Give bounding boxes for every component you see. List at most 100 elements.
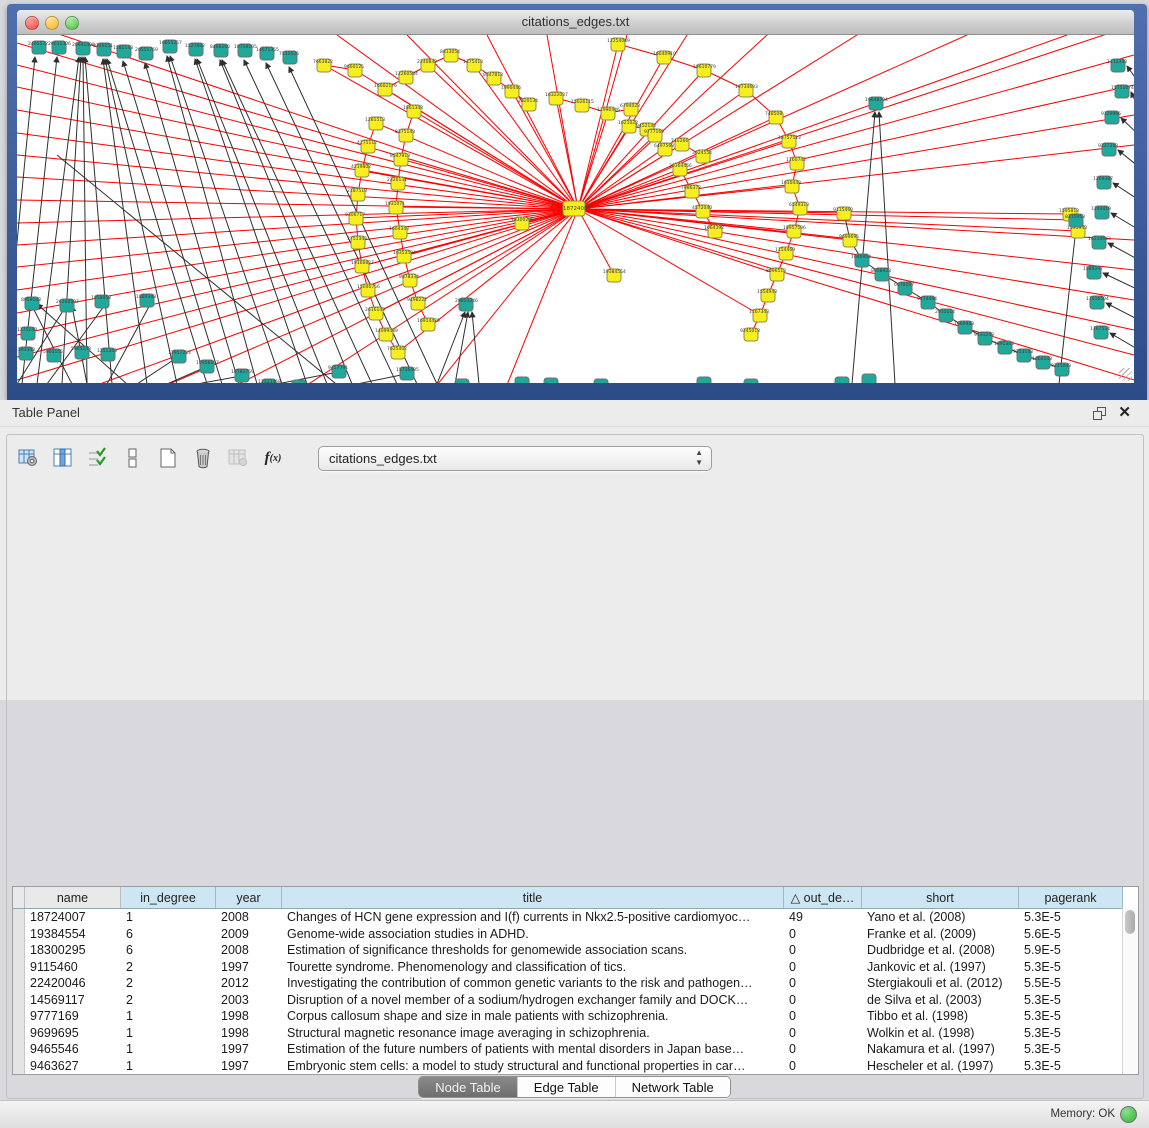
- node-label: 9777169: [644, 129, 664, 135]
- dropdown-arrows-icon: ▲▼: [695, 448, 703, 468]
- row-gutter: [13, 1058, 25, 1075]
- cell-in_degree: 1: [121, 1042, 216, 1056]
- node-label: 29053346: [455, 298, 478, 304]
- network-node[interactable]: [544, 378, 558, 383]
- column-header-pagerank[interactable]: pagerank: [1019, 887, 1123, 908]
- node-label: 20551769: [135, 47, 158, 53]
- column-header-in_degree[interactable]: in_degree: [121, 887, 216, 908]
- table-row[interactable]: 946362711997Embryonic stem cells: a mode…: [13, 1058, 1138, 1075]
- cell-title: Estimation of significance thresholds fo…: [282, 943, 784, 957]
- node-label: 19384554: [603, 269, 626, 275]
- cell-title: Embryonic stem cells: a model to study s…: [282, 1059, 784, 1073]
- node-label: 16210643: [1088, 236, 1111, 242]
- column-header-title[interactable]: title: [282, 887, 784, 908]
- row-gutter: [13, 942, 25, 959]
- import-table-icon-disabled: [226, 446, 250, 470]
- network-node[interactable]: [594, 379, 608, 383]
- table-row[interactable]: 1872400712008Changes of HCN gene express…: [13, 909, 1138, 926]
- cell-pagerank: 5.3E-5: [1019, 993, 1123, 1007]
- column-header-△ out_de…[interactable]: △ out_de…: [784, 887, 862, 908]
- cell-title: Changes of HCN gene expression and I(f) …: [282, 910, 784, 924]
- node-label: 9115460: [833, 207, 853, 213]
- table-select-dropdown[interactable]: citations_edges.txt ▲▼: [318, 446, 712, 471]
- window-titlebar[interactable]: citations_edges.txt: [17, 10, 1134, 35]
- merge-tables-icon[interactable]: [121, 446, 145, 470]
- table-row[interactable]: 1456911722003Disruption of a novel membe…: [13, 992, 1138, 1009]
- network-node[interactable]: [697, 377, 711, 383]
- network-node[interactable]: [455, 379, 469, 383]
- cell-year: 2008: [216, 910, 282, 924]
- node-label: 1660943: [954, 321, 974, 327]
- scrollbar-thumb[interactable]: [1125, 910, 1135, 934]
- close-panel-icon[interactable]: ✕: [1118, 403, 1131, 421]
- network-node[interactable]: [292, 380, 306, 383]
- table-row[interactable]: 946554611997Estimation of the future num…: [13, 1041, 1138, 1058]
- row-gutter: [13, 926, 25, 943]
- cell-in_degree: 1: [121, 1059, 216, 1073]
- node-label: 12323468: [258, 379, 281, 383]
- cell-short: Tibbo et al. (1998): [862, 1009, 1019, 1023]
- node-label: 6679197: [894, 282, 914, 288]
- table-row[interactable]: 969969511998Structural magnetic resonanc…: [13, 1025, 1138, 1042]
- column-header-short[interactable]: short: [862, 887, 1019, 908]
- column-header-year[interactable]: year: [216, 887, 282, 908]
- cell-short: Wolkin et al. (1998): [862, 1026, 1019, 1040]
- cell-pagerank: 5.3E-5: [1019, 1059, 1123, 1073]
- cell-name: 19384554: [25, 927, 121, 941]
- network-canvas[interactable]: 2405572206113062069140693401511585143205…: [17, 35, 1134, 383]
- node-label: 7515526: [279, 51, 299, 57]
- network-edge: [1103, 273, 1134, 290]
- node-label: 15716485: [396, 367, 419, 373]
- node-label: 5905155: [43, 349, 63, 355]
- cell-name: 9115460: [25, 960, 121, 974]
- cell-title: Disruption of a novel member of a sodium…: [282, 993, 784, 1007]
- cell-year: 1997: [216, 960, 282, 974]
- cell-title: Estimation of the future numbers of pati…: [282, 1042, 784, 1056]
- function-builder-icon[interactable]: f(x): [261, 446, 285, 470]
- cell-pagerank: 5.9E-5: [1019, 943, 1123, 957]
- node-label: 5905143: [71, 346, 91, 352]
- network-node[interactable]: [744, 379, 758, 383]
- cell-△ out_de…: 0: [784, 943, 862, 957]
- table-toolbar: f(x) citations_edges.txt ▲▼: [6, 440, 712, 476]
- node-label: 20364456: [669, 163, 692, 169]
- table-row[interactable]: 977716911998Corpus callosum shape and si…: [13, 1008, 1138, 1025]
- table-row[interactable]: 1830029562008Estimation of significance …: [13, 942, 1138, 959]
- node-label: 16322037: [545, 92, 568, 98]
- network-node[interactable]: [515, 377, 529, 383]
- node-label: 9131243: [974, 332, 994, 338]
- node-label: 9498222: [407, 297, 427, 303]
- network-node[interactable]: [862, 374, 876, 383]
- table-row[interactable]: 1938455462009Genome-wide association stu…: [13, 926, 1138, 943]
- table-settings-icon[interactable]: [16, 446, 40, 470]
- node-label: 12260584: [395, 71, 418, 77]
- vertical-scrollbar[interactable]: [1122, 908, 1138, 1074]
- table-row[interactable]: 2242004622012Investigating the contribut…: [13, 975, 1138, 992]
- network-node[interactable]: [835, 377, 849, 383]
- new-table-icon[interactable]: [156, 446, 180, 470]
- cell-year: 2008: [216, 943, 282, 957]
- node-label: 1160742: [786, 157, 806, 163]
- delete-table-icon[interactable]: [191, 446, 215, 470]
- cell-year: 2009: [216, 927, 282, 941]
- column-header-name[interactable]: name: [25, 887, 121, 908]
- node-label: 9227343: [1098, 143, 1118, 149]
- node-label: 1891343: [994, 341, 1014, 347]
- table-row[interactable]: 911546021997Tourette syndrome. Phenomeno…: [13, 959, 1138, 976]
- resize-grip[interactable]: [1119, 368, 1132, 381]
- node-label: 1064143: [1032, 356, 1052, 362]
- float-panel-icon[interactable]: [1093, 407, 1105, 419]
- cell-in_degree: 1: [121, 910, 216, 924]
- network-edge: [266, 63, 417, 383]
- cell-pagerank: 5.3E-5: [1019, 910, 1123, 924]
- tab-node-table[interactable]: Node Table: [419, 1077, 518, 1097]
- node-label: 3751343: [347, 236, 367, 242]
- tab-network-table[interactable]: Network Table: [616, 1077, 730, 1097]
- node-label: 8466160: [210, 44, 230, 50]
- show-column-icon[interactable]: [51, 446, 75, 470]
- select-rows-icon[interactable]: [86, 446, 110, 470]
- node-label: 7663822: [313, 59, 333, 65]
- tab-edge-table[interactable]: Edge Table: [518, 1077, 616, 1097]
- cell-△ out_de…: 0: [784, 927, 862, 941]
- memory-ok-icon: [1120, 1106, 1137, 1123]
